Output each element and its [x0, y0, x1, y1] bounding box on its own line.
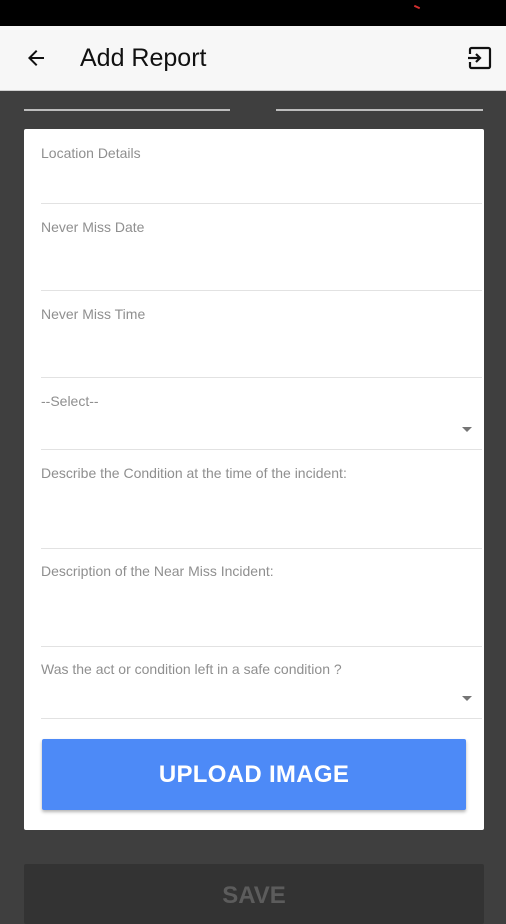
never-miss-date-label: Never Miss Date	[41, 219, 145, 235]
page-title: Add Report	[80, 44, 207, 72]
dropdown-arrow-icon	[462, 696, 472, 701]
location-details-field[interactable]: Location Details	[41, 144, 482, 204]
status-bar	[0, 0, 506, 26]
condition-at-incident-label: Describe the Condition at the time of th…	[41, 465, 347, 481]
tab-indicator-right[interactable]	[276, 109, 483, 111]
report-form-card: Location Details Never Miss Date Never M…	[24, 129, 484, 830]
exit-icon	[467, 46, 492, 70]
safe-condition-label: Was the act or condition left in a safe …	[41, 661, 342, 677]
condition-at-incident-field[interactable]: Describe the Condition at the time of th…	[41, 464, 482, 549]
never-miss-date-field[interactable]: Never Miss Date	[41, 218, 482, 291]
location-details-label: Location Details	[41, 145, 141, 161]
incident-description-label: Description of the Near Miss Incident:	[41, 563, 274, 579]
incident-description-field[interactable]: Description of the Near Miss Incident:	[41, 562, 482, 647]
upload-image-button[interactable]: UPLOAD IMAGE	[42, 739, 466, 810]
dropdown-arrow-icon	[462, 427, 472, 432]
select-dropdown[interactable]: --Select--	[41, 392, 482, 450]
save-button[interactable]: SAVE	[24, 864, 484, 924]
logout-button[interactable]	[462, 42, 498, 74]
tab-indicator-left[interactable]	[24, 109, 230, 111]
app-bar: Add Report	[0, 26, 506, 91]
safe-condition-dropdown[interactable]: Was the act or condition left in a safe …	[41, 660, 482, 719]
never-miss-time-field[interactable]: Never Miss Time	[41, 305, 482, 378]
select-dropdown-label: --Select--	[41, 393, 99, 409]
arrow-left-icon	[28, 50, 44, 66]
notification-indicator	[413, 4, 421, 10]
never-miss-time-label: Never Miss Time	[41, 306, 146, 322]
back-button[interactable]	[16, 40, 56, 76]
